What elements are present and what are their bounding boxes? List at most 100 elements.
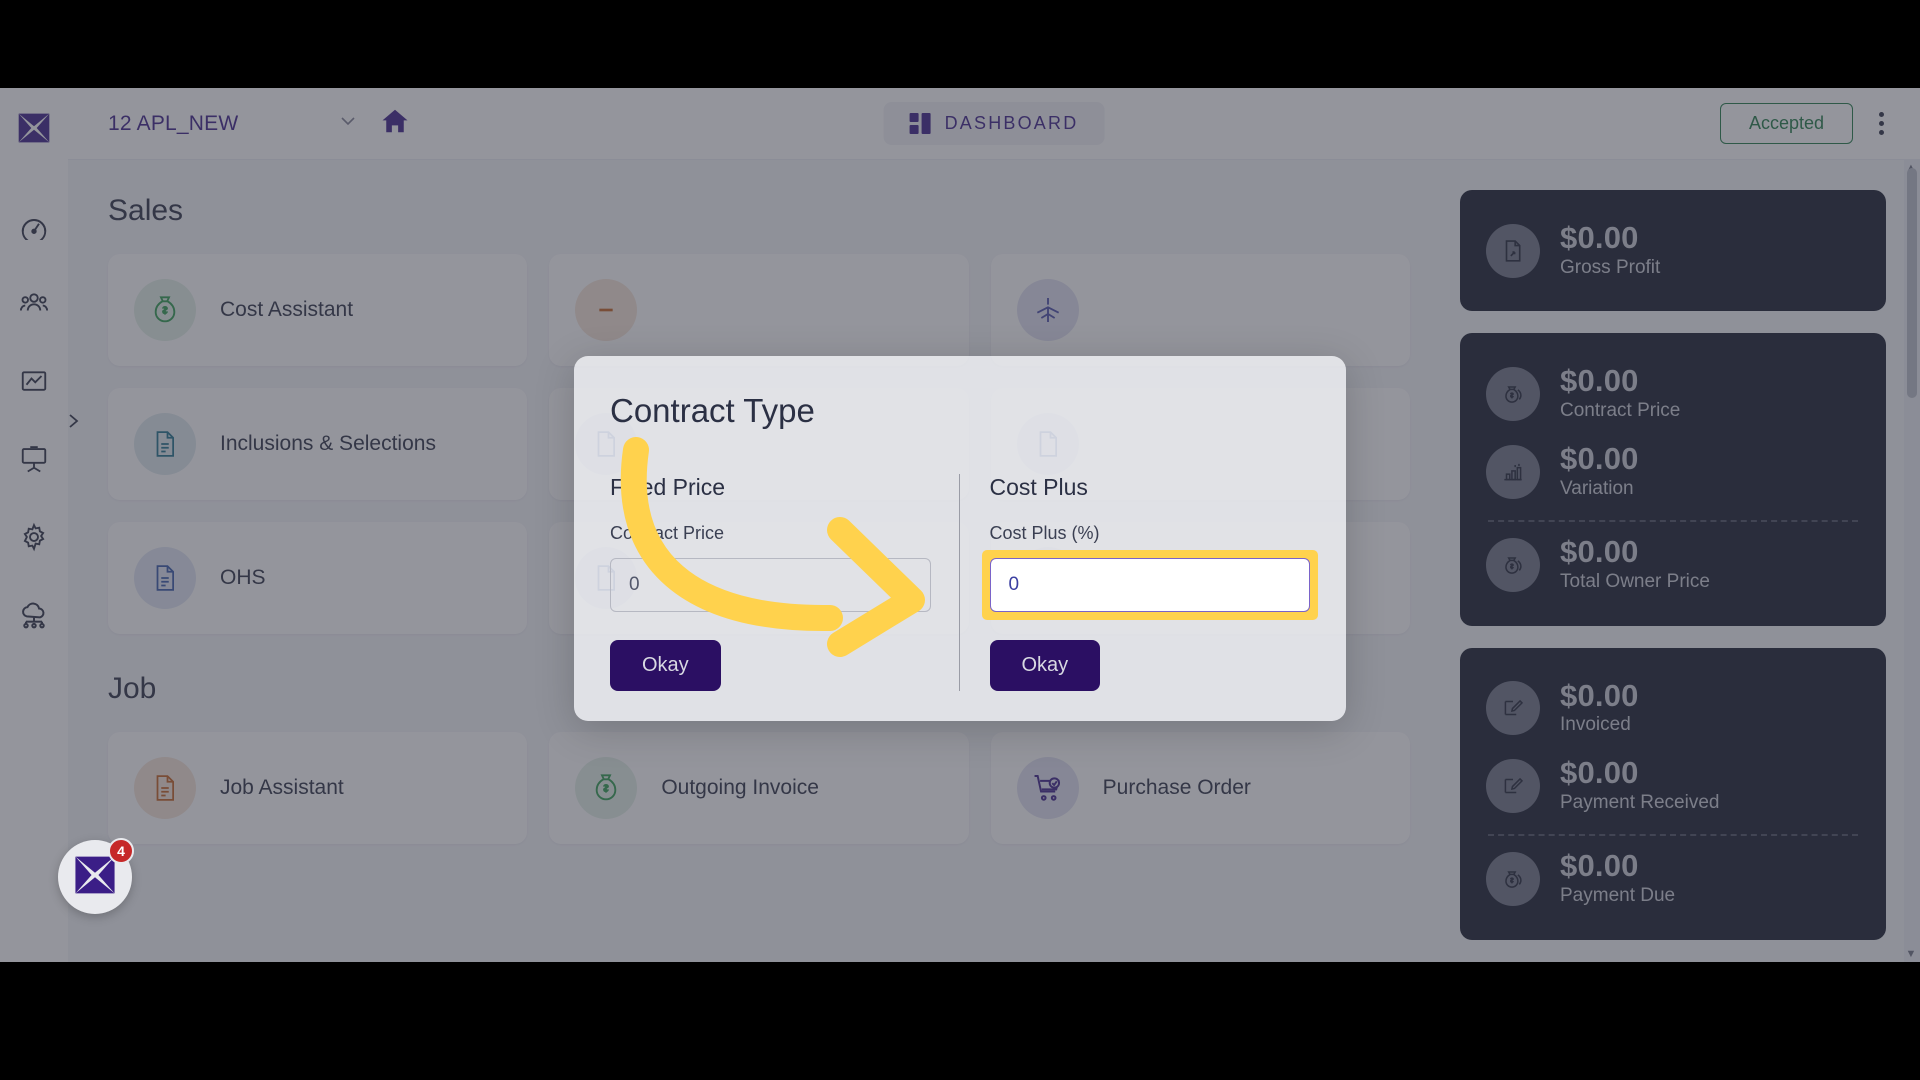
app-logo-icon[interactable]	[16, 110, 52, 146]
home-icon	[380, 106, 410, 141]
stat-amount: $0.00	[1560, 220, 1639, 255]
stat-amount: $0.00	[1560, 363, 1639, 399]
sidebar-item-presentation[interactable]	[0, 420, 68, 498]
stat-label: Contract Price	[1560, 400, 1681, 422]
stats-column: $0.00 Gross Profit $0.00 Contract Price …	[1450, 160, 1920, 962]
presentation-board-icon	[19, 444, 49, 474]
cost-plus-okay-button[interactable]: Okay	[989, 640, 1101, 691]
grid-icon	[909, 113, 931, 134]
dashboard-tab[interactable]: DASHBOARD	[883, 102, 1105, 145]
stat-label: Total Owner Price	[1560, 570, 1710, 592]
section-title-sales: Sales	[108, 194, 184, 227]
tile-label: Cost Assistant	[220, 297, 354, 321]
left-nav-rail	[0, 88, 79, 962]
chevron-right-icon	[65, 411, 81, 436]
page-scrollbar[interactable]: ▲ ▼	[1904, 160, 1920, 962]
fixed-price-column: Fixed Price Contract Price Okay	[610, 474, 959, 691]
floating-app-button[interactable]: 4	[58, 838, 134, 914]
tile-purchase-order[interactable]: Purchase Order	[990, 732, 1410, 844]
money-bags-icon	[1486, 537, 1540, 592]
cloud-network-icon	[18, 599, 50, 631]
stat-label: Payment Received	[1560, 791, 1720, 813]
stat-label: Variation	[1560, 477, 1634, 499]
fixed-price-heading: Fixed Price	[610, 474, 726, 500]
money-bag-icon	[575, 757, 638, 819]
divider	[1488, 834, 1858, 837]
tile-label: Purchase Order	[1102, 775, 1251, 799]
screenshot-root: 12 APL_NEW DASHBOARD Accepted Sales Cost…	[0, 0, 1920, 1080]
dialog-columns: Fixed Price Contract Price Okay Cost Plu…	[610, 474, 1318, 691]
dashboard-label: DASHBOARD	[944, 113, 1079, 133]
status-badge[interactable]: Accepted	[1719, 103, 1853, 144]
tile-cost-assistant[interactable]: Cost Assistant	[108, 254, 528, 366]
invoice-edit-icon	[1486, 681, 1540, 736]
tile-job-assistant[interactable]: Job Assistant	[108, 732, 528, 844]
cost-plus-percent-label: Cost Plus (%)	[989, 523, 1100, 543]
chevron-down-icon	[338, 114, 358, 133]
sidebar-item-contacts[interactable]	[0, 264, 68, 342]
divider	[1488, 520, 1858, 523]
scrollbar-thumb[interactable]	[1907, 168, 1917, 398]
speedometer-icon	[19, 210, 49, 240]
money-bags-icon	[1486, 367, 1540, 422]
focus-highlight	[981, 550, 1318, 620]
tile-label: Outgoing Invoice	[661, 775, 819, 799]
stat-label: Invoiced	[1560, 714, 1631, 736]
gear-icon	[19, 522, 49, 552]
invoice-edit-icon	[1486, 758, 1540, 813]
tile-label: Inclusions & Selections	[220, 431, 436, 455]
minus-doc-icon	[575, 279, 638, 341]
sidebar-item-settings[interactable]	[0, 498, 68, 576]
stat-amount: $0.00	[1560, 534, 1639, 570]
fixed-price-okay-button[interactable]: Okay	[610, 640, 721, 691]
scroll-down-icon[interactable]: ▼	[1905, 948, 1917, 960]
contract-price-label: Contract Price	[610, 523, 725, 543]
stat-card-invoicing: $0.00 Invoiced $0.00 Payment Received $0…	[1460, 647, 1886, 940]
stat-amount: $0.00	[1560, 755, 1639, 791]
tile-inclusions-selections[interactable]: Inclusions & Selections	[108, 388, 528, 500]
tile-ohs[interactable]: OHS	[108, 522, 528, 634]
money-bags-icon	[1486, 852, 1540, 907]
tile-label: OHS	[220, 565, 266, 589]
project-selector[interactable]: 12 APL_NEW	[108, 112, 358, 136]
stat-card-contract: $0.00 Contract Price $0.00 Variation $0.…	[1460, 333, 1886, 626]
stat-row: $0.00 Contract Price	[1486, 355, 1860, 432]
contract-price-input[interactable]	[610, 558, 931, 612]
stat-row: $0.00 Total Owner Price	[1486, 526, 1860, 603]
sidebar-expand-button[interactable]	[62, 408, 84, 438]
tile-sales-3[interactable]	[990, 254, 1410, 366]
job-tile-grid: Job Assistant Outgoing Invoice Purchase …	[108, 732, 1410, 844]
document-dollar-icon	[1486, 223, 1540, 278]
stat-row: $0.00 Invoiced	[1486, 670, 1860, 747]
stat-amount: $0.00	[1560, 848, 1639, 884]
sidebar-item-dashboard[interactable]	[0, 186, 68, 264]
stat-row: $0.00 Payment Received	[1486, 747, 1860, 824]
stat-row: $0.00 Variation	[1486, 433, 1860, 510]
more-vertical-icon[interactable]	[1869, 104, 1894, 143]
tile-label: Job Assistant	[220, 775, 344, 799]
sidebar-item-cloud[interactable]	[0, 576, 68, 654]
plane-icon	[1016, 279, 1079, 341]
application-window: 12 APL_NEW DASHBOARD Accepted Sales Cost…	[0, 88, 1920, 962]
stat-label: Payment Due	[1560, 885, 1676, 907]
dialog-title: Contract Type	[610, 392, 815, 429]
money-bag-icon	[134, 279, 196, 341]
tile-outgoing-invoice[interactable]: Outgoing Invoice	[549, 732, 969, 844]
project-name: 12 APL_NEW	[108, 111, 239, 135]
cost-plus-column: Cost Plus Cost Plus (%) Okay	[958, 474, 1318, 691]
stat-card-gross-profit: $0.00 Gross Profit	[1460, 190, 1886, 312]
people-icon	[19, 288, 49, 318]
cost-plus-percent-input[interactable]	[989, 558, 1310, 612]
stat-row: $0.00 Gross Profit	[1486, 212, 1860, 289]
top-bar-right-group: Accepted	[1719, 103, 1894, 144]
stat-amount: $0.00	[1560, 677, 1639, 713]
stat-label: Gross Profit	[1560, 256, 1661, 278]
cart-check-icon	[1016, 757, 1079, 819]
top-bar: 12 APL_NEW DASHBOARD Accepted	[68, 88, 1920, 160]
sidebar-item-reports[interactable]	[0, 342, 68, 420]
home-button[interactable]	[380, 106, 410, 141]
bar-chart-icon	[1486, 444, 1540, 499]
document-lines-icon	[134, 757, 196, 819]
cost-plus-heading: Cost Plus	[989, 474, 1088, 500]
tile-sales-2[interactable]	[549, 254, 969, 366]
